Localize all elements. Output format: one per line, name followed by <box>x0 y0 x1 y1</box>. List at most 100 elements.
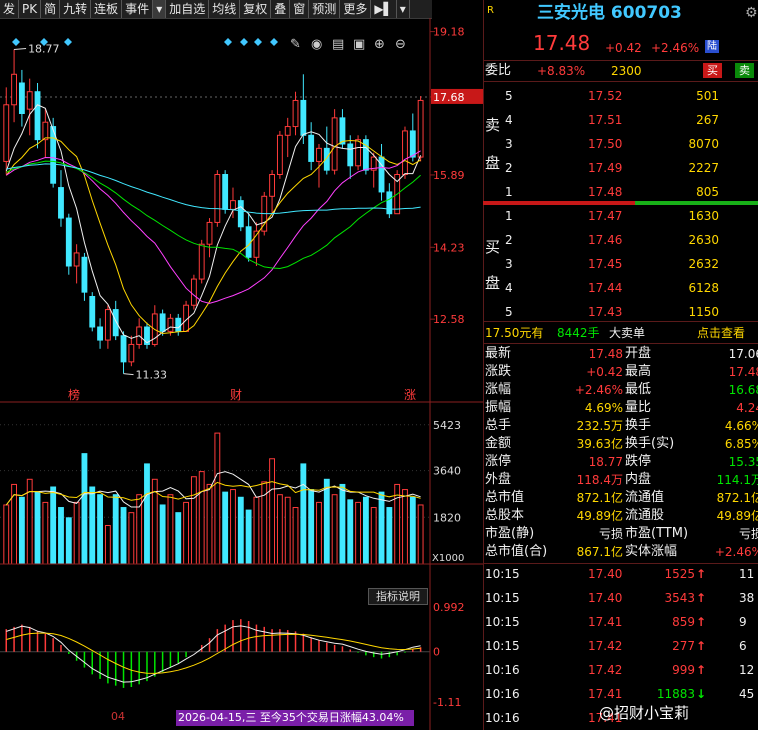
tick-time: 10:15 <box>485 591 520 605</box>
macd-tick-label: 0 <box>433 646 440 659</box>
quote-value-right: 114.1万 <box>716 473 758 487</box>
quote-value-right: +2.46% <box>714 545 758 559</box>
ask-row[interactable]: 2 17.49 2227 <box>483 159 758 177</box>
toolbar-item-11[interactable]: 窗 <box>290 0 310 18</box>
volume-bar <box>175 512 182 565</box>
view-big-order-link[interactable]: 点击查看 <box>697 324 745 342</box>
quote-row: 涨跌 +0.42最高 17.48 <box>483 363 758 381</box>
toolbar-item-0[interactable]: 发 <box>0 0 20 18</box>
ask-row[interactable]: 3 17.50 8070 <box>483 135 758 153</box>
pen-icon[interactable]: ✎ <box>290 37 301 52</box>
volume-bar <box>58 507 64 565</box>
bid-row[interactable]: 3 17.45 2632 <box>483 255 758 273</box>
arrow-up-icon: ↑ <box>696 663 707 677</box>
toolbar-item-5[interactable]: 事件 <box>122 0 154 18</box>
ask-row[interactable]: 5 17.52 501 <box>483 87 758 105</box>
quote-label-right: 换手 <box>625 418 652 433</box>
hk-connect-badge: 陆 <box>705 40 719 53</box>
quote-value-left: 867.1亿 <box>576 545 623 559</box>
toolbar-item-13[interactable]: 更多 <box>340 0 372 18</box>
quote-label-right: 市盈(TTM) <box>625 526 689 541</box>
toolbar-item-2[interactable]: 简 <box>41 0 61 18</box>
quote-value-right: 17.48 <box>728 365 758 379</box>
indicator-help-button[interactable]: 指标说明 <box>368 588 428 605</box>
watermark: @招财小宝莉 <box>599 704 690 722</box>
minus-icon[interactable]: ⊖ <box>395 37 406 52</box>
candle-body <box>175 317 182 332</box>
toolbar-item-9[interactable]: 复权 <box>240 0 272 18</box>
volume-bar <box>355 501 361 565</box>
event-diamond-icon <box>240 38 248 46</box>
ask-row[interactable]: 1 17.48 805 <box>483 183 758 201</box>
eye-icon[interactable]: ◉ <box>311 37 322 52</box>
add-icon[interactable]: ⊕ <box>374 37 385 52</box>
tick-row: 10:15 17.40 1525 ↑ 11 <box>483 565 758 583</box>
tick-price: 17.42 <box>588 663 623 677</box>
chart-area[interactable]: 19.1817.6815.8914.2312.5817.6818.7711.33… <box>0 18 483 730</box>
candle-body <box>26 91 33 110</box>
toolbar-item-14[interactable]: ▶▌ <box>371 0 397 18</box>
camera-icon[interactable]: ▣ <box>353 37 365 52</box>
candle-body <box>89 296 96 328</box>
toolbar-item-12[interactable]: 预测 <box>309 0 341 18</box>
sell-button[interactable]: 卖 <box>735 63 754 78</box>
toolbar-item-15[interactable]: ▾ <box>397 0 410 18</box>
volume-bar <box>316 501 322 565</box>
tick-price: 17.41 <box>588 615 623 629</box>
clipboard-icon[interactable]: ▤ <box>332 37 344 52</box>
bid-level: 2 <box>505 233 513 247</box>
ask-price: 17.49 <box>588 161 623 175</box>
buy-ratio-bar <box>635 201 758 205</box>
price-change-pct: +2.46% <box>651 41 700 55</box>
bid-row[interactable]: 5 17.43 1150 <box>483 303 758 321</box>
tick-time: 10:15 <box>485 615 520 629</box>
toolbar-item-8[interactable]: 均线 <box>209 0 241 18</box>
ask-price: 17.52 <box>588 89 623 103</box>
volume-bar <box>73 501 80 565</box>
tick-price: 17.40 <box>588 567 623 581</box>
toolbar-item-7[interactable]: 加自选 <box>166 0 210 18</box>
toolbar-item-6[interactable]: ▾ <box>153 0 167 18</box>
bid-row[interactable]: 1 17.47 1630 <box>483 207 758 225</box>
toolbar-item-1[interactable]: PK <box>19 0 42 18</box>
event-diamond-icon <box>64 38 72 46</box>
volume-bar <box>128 512 135 565</box>
candle-body <box>300 99 307 136</box>
quote-row: 涨停 18.77跌停 15.35 <box>483 453 758 471</box>
tick-row: 10:16 17.41 11883 ↓ 45 <box>483 685 758 703</box>
candle-body <box>331 117 338 171</box>
quote-panel: R 三安光电 600703 ⚙ 17.48 +0.42 +2.46% 陆 委比 … <box>483 0 758 730</box>
toolbar-item-3[interactable]: 九转 <box>60 0 92 18</box>
quote-row: 总股本 49.89亿 流通股 49.89亿 <box>483 507 758 525</box>
bid-level: 4 <box>505 281 513 295</box>
volume-ma-line <box>5 471 421 508</box>
ask-row[interactable]: 4 17.51 267 <box>483 111 758 129</box>
volume-bar <box>292 507 299 565</box>
gear-icon[interactable]: ⚙ <box>745 4 758 22</box>
candle-body <box>190 278 197 306</box>
tick-volume: 999 <box>672 663 695 677</box>
big-order-label: 大卖单 <box>609 326 646 340</box>
current-price-label: 17.68 <box>433 91 465 104</box>
stock-name-code: 三安光电 600703 <box>537 3 682 23</box>
bid-volume: 6128 <box>688 281 719 295</box>
macd-tick-label: 0.992 <box>433 601 465 614</box>
candle-body <box>11 73 17 106</box>
quote-label-left: 涨幅 <box>485 382 512 397</box>
volume-bar <box>167 494 174 565</box>
quote-value-right: 4.24 <box>736 401 758 415</box>
y-tick-label: 15.89 <box>433 169 465 182</box>
bid-row[interactable]: 4 17.44 6128 <box>483 279 758 297</box>
toolbar-item-4[interactable]: 连板 <box>91 0 123 18</box>
candle-body <box>276 134 283 175</box>
candle-body <box>128 343 135 363</box>
quote-value-left: 872.1亿 <box>576 491 623 505</box>
tick-time: 10:15 <box>485 567 520 581</box>
tick-row: 10:15 17.42 277 ↑ 6 <box>483 637 758 655</box>
tick-row: 10:15 17.41 859 ↑ 9 <box>483 613 758 631</box>
toolbar-item-10[interactable]: 叠 <box>271 0 291 18</box>
bid-row[interactable]: 2 17.46 2630 <box>483 231 758 249</box>
candle-body <box>417 99 424 158</box>
quote-value-right: 872.1亿 <box>716 491 758 505</box>
buy-button[interactable]: 买 <box>703 63 722 78</box>
